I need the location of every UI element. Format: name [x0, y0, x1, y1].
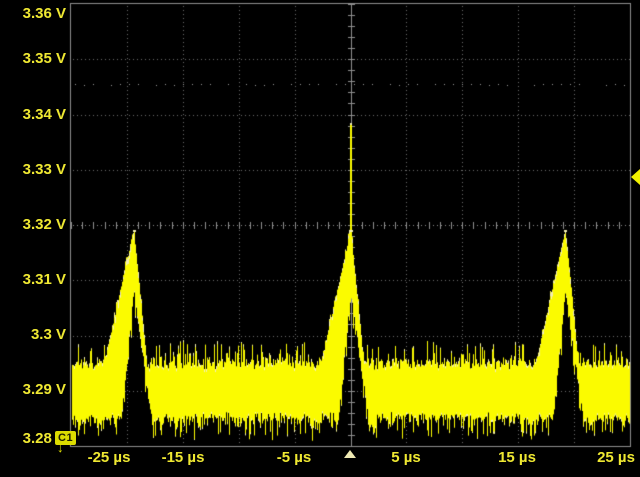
y-tick-label: 3.29 V	[0, 381, 66, 399]
y-tick-label: 3.32 V	[0, 216, 66, 234]
trigger-level-icon[interactable]	[631, 169, 640, 185]
oscilloscope-screen: 3.36 V 3.35 V 3.34 V 3.33 V 3.32 V 3.31 …	[0, 0, 640, 477]
y-tick-label: 3.33 V	[0, 161, 66, 179]
y-tick-label: 3.34 V	[0, 106, 66, 124]
x-tick-label: -25 µs	[88, 449, 131, 467]
x-tick-label: 5 µs	[391, 449, 421, 467]
waveform-canvas	[0, 0, 640, 477]
trigger-position-icon[interactable]	[344, 450, 356, 458]
y-tick-label: 3.3 V	[0, 326, 66, 344]
channel-offset-arrow-icon[interactable]: ↓	[57, 441, 64, 455]
y-tick-label: 3.35 V	[0, 50, 66, 68]
y-tick-label: 3.36 V	[0, 5, 66, 23]
y-tick-label: 3.31 V	[0, 271, 66, 289]
x-tick-label: -15 µs	[162, 449, 205, 467]
x-tick-label: 25 µs	[597, 449, 635, 467]
x-tick-label: -5 µs	[277, 449, 312, 467]
x-tick-label: 15 µs	[498, 449, 536, 467]
